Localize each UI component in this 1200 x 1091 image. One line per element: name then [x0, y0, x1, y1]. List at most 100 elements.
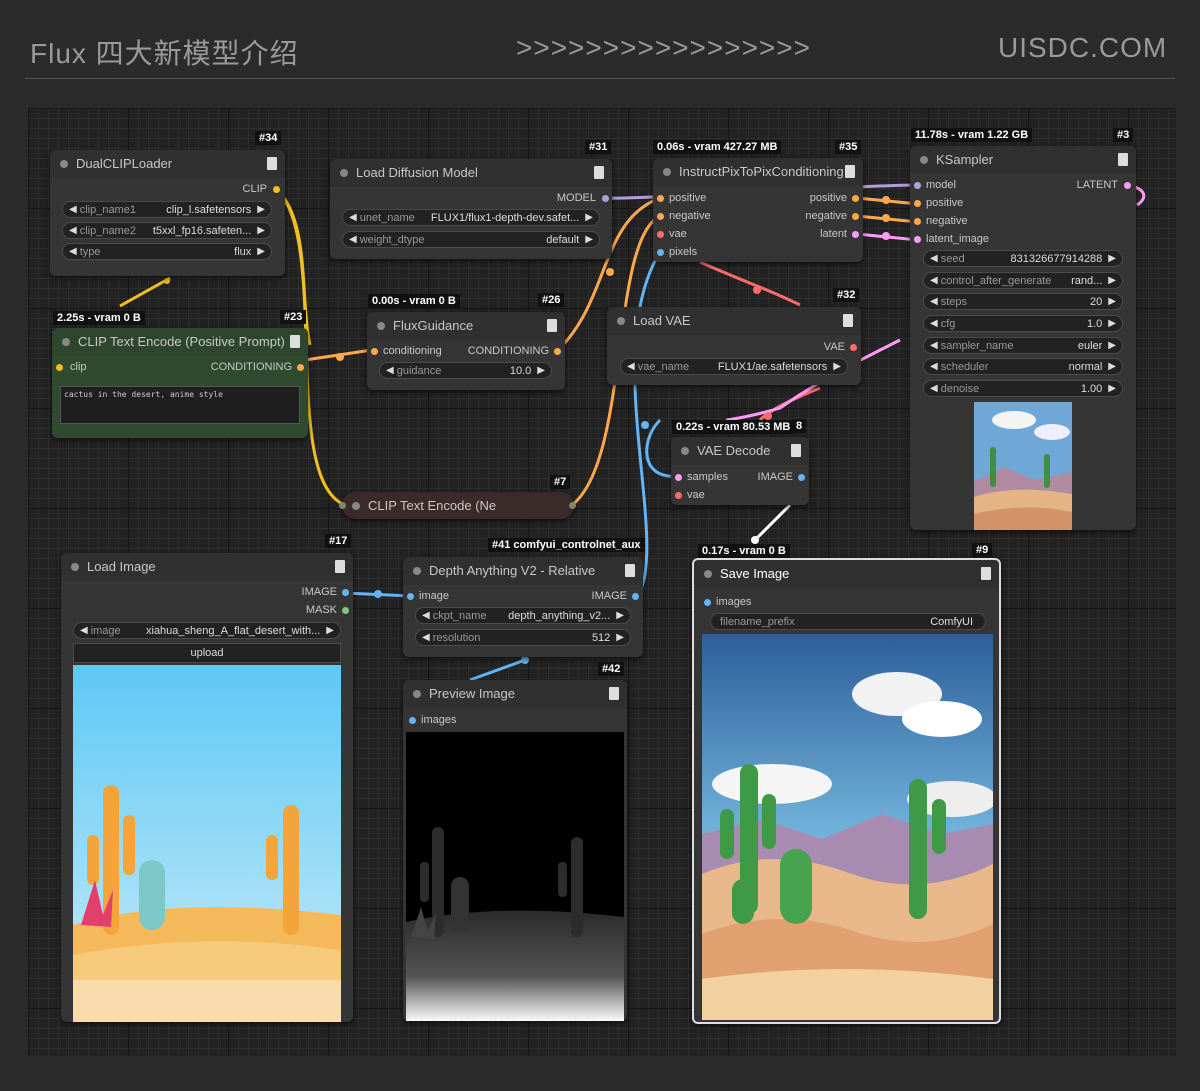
output-conditioning-socket[interactable] — [554, 348, 561, 355]
output-image-socket[interactable] — [632, 593, 639, 600]
dualcliploader-node[interactable]: DualCLIPLoader CLIP ◀ clip_name1 clip_l.sa… — [50, 150, 285, 276]
node-id-badge: #17 — [325, 534, 352, 548]
input-negative-socket[interactable] — [914, 218, 921, 225]
cfg-widget[interactable]: ◀ cfg 1.0 ▶ — [923, 315, 1123, 332]
arrow-right-icon: ▶ — [326, 625, 334, 636]
loaded-image — [73, 665, 341, 1022]
fluxguidance-node[interactable]: FluxGuidance conditioning CONDITIONING ◀… — [367, 312, 565, 390]
clip-name2-widget[interactable]: ◀ clip_name2 t5xxl_fp16.safeten... ▶ — [62, 222, 272, 239]
node-id-badge: #23 — [280, 310, 307, 324]
input-pixels-socket[interactable] — [657, 249, 664, 256]
output-positive-socket[interactable] — [852, 195, 859, 202]
doc-icon — [290, 335, 300, 348]
output-latent-socket[interactable] — [1124, 182, 1131, 189]
output-vae-socket[interactable] — [850, 344, 857, 351]
control-after-generate-widget[interactable]: ◀ control_after_generate rand... ▶ — [923, 272, 1123, 289]
output-image-socket[interactable] — [342, 589, 349, 596]
input-image-label: image — [419, 590, 449, 602]
output-vae-label: VAE — [823, 341, 845, 353]
output-clip-label: CLIP — [242, 183, 267, 195]
collapse-dot-icon[interactable] — [352, 502, 360, 510]
doc-icon — [625, 564, 635, 577]
resolution-widget[interactable]: ◀ resolution 512 ▶ — [415, 629, 631, 646]
load-diffusion-model-node[interactable]: Load Diffusion Model MODEL ◀ unet_name FLU… — [330, 159, 612, 259]
input-clip-label: clip — [70, 361, 87, 373]
load-image-node[interactable]: Load Image IMAGE MASK ◀ image xiahua_sheng… — [61, 553, 353, 1022]
output-conditioning-label: CONDITIONING — [467, 345, 549, 357]
header-arrows: >>>>>>>>>>>>>>>>> — [516, 32, 811, 63]
arrow-left-icon: ◀ — [386, 365, 394, 376]
arrow-left-icon: ◀ — [930, 275, 938, 286]
input-clip-socket[interactable] — [339, 502, 346, 509]
prompt-textarea[interactable]: cactus in the desert, anime style — [60, 386, 300, 424]
node-stats-badge: 0.00s - vram 0 B — [368, 294, 460, 308]
clip-text-encode-positive-node[interactable]: CLIP Text Encode (Positive Prompt) clip … — [52, 328, 308, 438]
arrow-right-icon: ▶ — [833, 361, 841, 372]
input-image-socket[interactable] — [407, 593, 414, 600]
filename-prefix-widget[interactable]: filename_prefix ComfyUI — [710, 613, 986, 630]
instructpixtopix-node[interactable]: InstructPixToPixConditioning positive ne… — [653, 158, 863, 262]
node-stats-badge: 0.17s - vram 0 B — [698, 544, 790, 558]
preview-image-node[interactable]: Preview Image images — [403, 680, 627, 1021]
arrow-left-icon: ◀ — [69, 225, 77, 236]
input-clip-socket[interactable] — [56, 364, 63, 371]
image-select-widget[interactable]: ◀ image xiahua_sheng_A_flat_desert_with...… — [73, 622, 341, 639]
output-mask-socket[interactable] — [342, 607, 349, 614]
depth-anything-node[interactable]: Depth Anything V2 - Relative image IMAGE… — [403, 557, 643, 657]
input-samples-socket[interactable] — [675, 474, 682, 481]
input-vae-socket[interactable] — [675, 492, 682, 499]
output-latent-socket[interactable] — [852, 231, 859, 238]
header-divider — [25, 78, 1175, 79]
arrow-left-icon: ◀ — [69, 204, 77, 215]
input-positive-socket[interactable] — [657, 195, 664, 202]
denoise-widget[interactable]: ◀ denoise 1.00 ▶ — [923, 380, 1123, 397]
input-latent-socket[interactable] — [914, 236, 921, 243]
save-image-node[interactable]: Save Image images filename_prefix ComfyUI — [692, 558, 1001, 1024]
output-image-label: IMAGE — [301, 586, 337, 598]
input-conditioning-socket[interactable] — [371, 348, 378, 355]
arrow-left-icon: ◀ — [930, 296, 938, 307]
input-images-socket[interactable] — [704, 599, 711, 606]
node-stats-badge: 11.78s - vram 1.22 GB — [911, 128, 1033, 142]
arrow-right-icon: ▶ — [257, 246, 265, 257]
output-clip-socket[interactable] — [273, 186, 280, 193]
output-negative-socket[interactable] — [852, 213, 859, 220]
ckpt-name-widget[interactable]: ◀ ckpt_name depth_anything_v2... ▶ — [415, 607, 631, 624]
load-vae-node[interactable]: Load VAE VAE ◀ vae_name FLUX1/ae.safetenso… — [607, 307, 861, 385]
vae-decode-node[interactable]: VAE Decode samples vae IMAGE — [671, 437, 809, 505]
output-conditioning-socket[interactable] — [569, 502, 576, 509]
node-id-badge: #31 — [585, 140, 612, 154]
clip-text-encode-negative-node[interactable]: CLIP Text Encode (Ne — [339, 492, 576, 519]
arrow-right-icon: ▶ — [257, 204, 265, 215]
guidance-widget[interactable]: ◀ guidance 10.0 ▶ — [379, 362, 552, 379]
arrow-right-icon: ▶ — [1108, 361, 1116, 372]
vae-name-widget[interactable]: ◀ vae_name FLUX1/ae.safetensors ▶ — [620, 358, 848, 375]
type-widget[interactable]: ◀ type flux ▶ — [62, 243, 272, 260]
ksampler-node[interactable]: KSampler model positive negative latent_… — [910, 146, 1136, 530]
output-image-socket[interactable] — [798, 474, 805, 481]
input-negative-socket[interactable] — [657, 213, 664, 220]
node-title: Load Diffusion Model — [330, 159, 612, 187]
clip-name1-widget[interactable]: ◀ clip_name1 clip_l.safetensors ▶ — [62, 201, 272, 218]
input-positive-socket[interactable] — [914, 200, 921, 207]
output-model-socket[interactable] — [602, 195, 609, 202]
node-title: CLIP Text Encode (Ne — [368, 498, 497, 513]
upload-button[interactable]: upload — [73, 643, 341, 663]
sampler-name-widget[interactable]: ◀ sampler_name euler ▶ — [923, 337, 1123, 354]
output-conditioning-socket[interactable] — [297, 364, 304, 371]
arrow-left-icon: ◀ — [930, 383, 938, 394]
seed-widget[interactable]: ◀ seed 831326677914288 ▶ — [923, 250, 1123, 267]
node-title: Save Image — [694, 560, 999, 588]
input-samples-label: samples — [687, 471, 728, 483]
unet-name-widget[interactable]: ◀ unet_name FLUX1/flux1-depth-dev.safet...… — [342, 209, 600, 226]
arrow-right-icon: ▶ — [257, 225, 265, 236]
input-latent-label: latent_image — [926, 233, 989, 245]
input-model-socket[interactable] — [914, 182, 921, 189]
depth-preview-image — [406, 732, 624, 1021]
scheduler-widget[interactable]: ◀ scheduler normal ▶ — [923, 358, 1123, 375]
arrow-right-icon: ▶ — [1108, 318, 1116, 329]
weight-dtype-widget[interactable]: ◀ weight_dtype default ▶ — [342, 231, 600, 248]
input-images-socket[interactable] — [409, 717, 416, 724]
steps-widget[interactable]: ◀ steps 20 ▶ — [923, 293, 1123, 310]
input-vae-socket[interactable] — [657, 231, 664, 238]
